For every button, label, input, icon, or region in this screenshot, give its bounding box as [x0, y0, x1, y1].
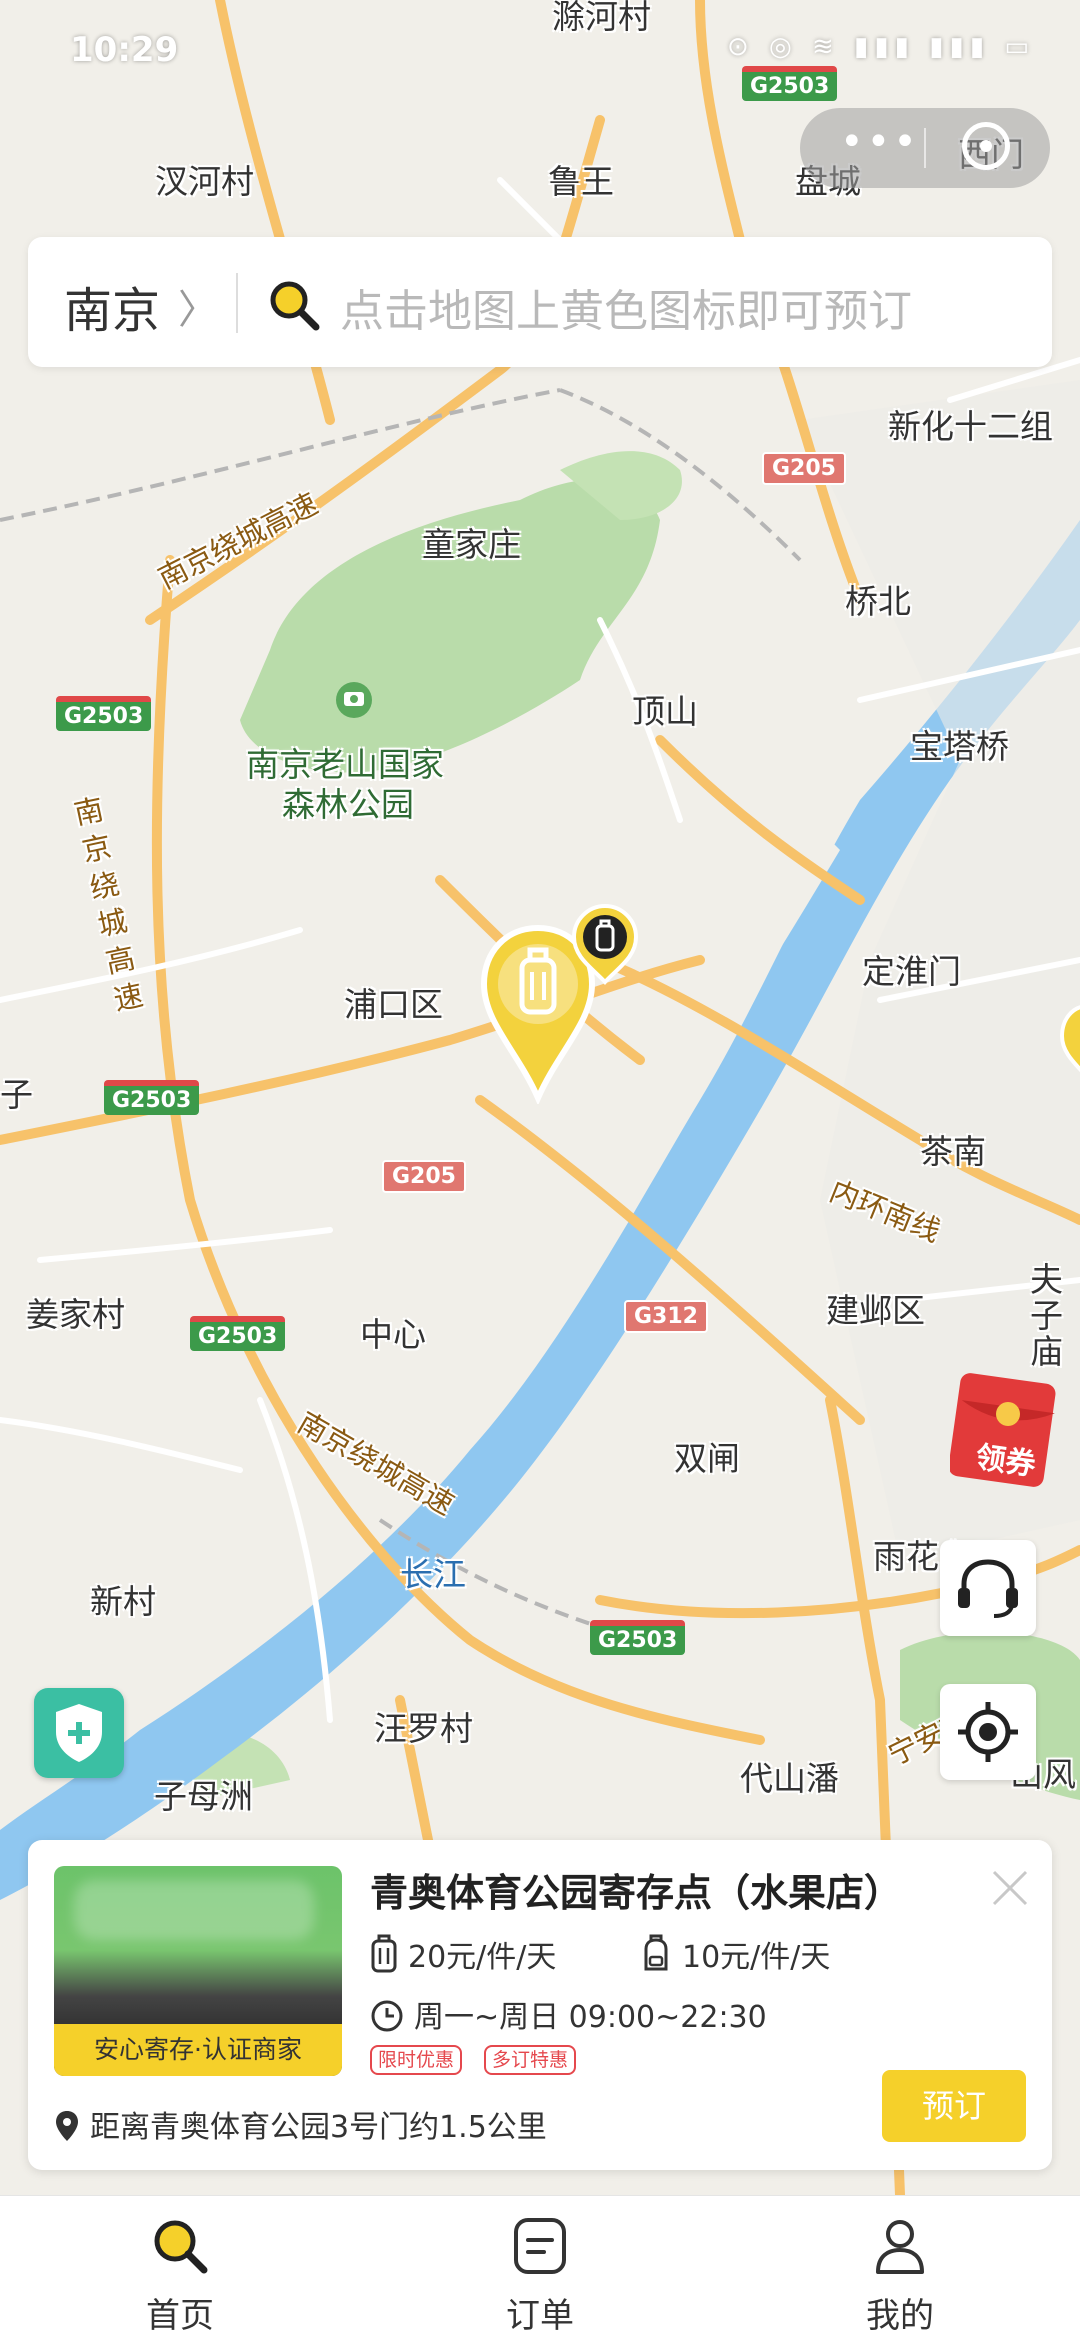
highway-shield: G2503: [190, 1316, 286, 1351]
certified-badge: 安心寄存·认证商家: [54, 2024, 342, 2076]
tab-mine[interactable]: 我的: [790, 2196, 1010, 2341]
highway-shield: G205: [762, 452, 846, 485]
map-label: 定淮门: [862, 952, 961, 991]
chevron-right-icon: 〉: [178, 287, 218, 333]
highway-shield: G2503: [104, 1080, 200, 1115]
store-title: 青奥体育公园寄存点（水果店）: [370, 1871, 903, 1915]
order-list-icon: [514, 2218, 566, 2274]
capsule-divider: [924, 128, 926, 168]
location-pin-icon: [56, 2111, 78, 2141]
map-label: 新化十二组: [888, 407, 1053, 446]
search-icon: [270, 281, 320, 331]
store-marker-icon[interactable]: [570, 902, 640, 986]
map-label: 茶南: [920, 1132, 986, 1171]
locate-me-button[interactable]: [940, 1684, 1036, 1780]
close-icon[interactable]: [988, 1866, 1032, 1910]
promo-tag: 限时优惠: [370, 2045, 463, 2075]
store-photo-signboard: [74, 1880, 314, 1940]
map-label: 汊河村: [155, 162, 254, 201]
map-label: 鲁王: [548, 162, 614, 201]
map-label: 姜家村: [26, 1295, 125, 1334]
map-label: 夫子庙: [1030, 1260, 1063, 1371]
backpack-icon: [644, 1934, 668, 1971]
map-label: 子: [0, 1075, 33, 1114]
tab-bar: 首页 订单 我的: [0, 2195, 1080, 2341]
status-bar: 10:29 ⊙ ◎ ≋ ▮▮▮ ▮▮▮ ▭: [0, 0, 1080, 100]
city-selector[interactable]: 南京: [64, 271, 160, 341]
customer-service-button[interactable]: [940, 1540, 1036, 1636]
coupon-button[interactable]: 领券: [948, 1370, 1060, 1490]
status-icons: ⊙ ◎ ≋ ▮▮▮ ▮▮▮ ▭: [727, 32, 1035, 62]
user-icon: [876, 2220, 924, 2274]
tab-label: 我的: [866, 2296, 934, 2336]
miniprogram-capsule: •••: [800, 108, 1050, 188]
highway-shield: G2503: [56, 696, 152, 731]
bag-price: 10元/件/天: [640, 1932, 830, 1976]
promo-tag: 多订特惠: [484, 2045, 577, 2075]
map-label: 顶山: [632, 692, 698, 731]
search-input[interactable]: 点击地图上黄色图标即可预订: [340, 275, 912, 339]
divider: [236, 273, 238, 333]
map-label: 双闸: [674, 1439, 740, 1478]
search-bar[interactable]: 南京 〉 点击地图上黄色图标即可预订: [28, 237, 1052, 367]
map-water-label: 长江: [400, 1555, 466, 1594]
highway-shield: G312: [624, 1300, 708, 1333]
tab-home[interactable]: 首页: [70, 2196, 290, 2341]
opening-hours: 周一~周日 09:00~22:30: [370, 1992, 767, 2036]
map-label: 童家庄: [422, 525, 521, 564]
distance-text: 距离青奥体育公园3号门约1.5公里: [90, 2110, 547, 2145]
tab-label: 首页: [146, 2296, 214, 2336]
highway-shield: G205: [382, 1160, 466, 1193]
bag-price-text: 10元/件/天: [682, 1940, 831, 1975]
map-label: 建邺区: [826, 1291, 925, 1330]
status-time: 10:29: [70, 30, 179, 70]
map-label: 桥北: [845, 582, 911, 621]
headset-icon: [958, 1559, 1018, 1618]
safety-shield-button[interactable]: [34, 1688, 124, 1778]
map-label: 新村: [90, 1582, 156, 1621]
distance-info: 距离青奥体育公园3号门约1.5公里: [54, 2102, 547, 2146]
luggage-price-text: 20元/件/天: [408, 1940, 557, 1975]
shield-plus-icon: [56, 1704, 102, 1762]
store-photo: 安心寄存·认证商家: [54, 1866, 342, 2076]
map-label: 子母洲: [154, 1777, 253, 1816]
book-button[interactable]: 预订: [882, 2070, 1026, 2142]
store-card[interactable]: 安心寄存·认证商家 青奥体育公园寄存点（水果店） 20元/件/天 10元/件/天…: [28, 1840, 1052, 2170]
suitcase-icon: [371, 1934, 397, 1973]
map-park-label: 森林公园: [282, 785, 414, 824]
map-label: 代山潘: [740, 1759, 839, 1798]
highway-shield: G2503: [590, 1620, 686, 1655]
miniprogram-close-icon[interactable]: [962, 122, 1010, 170]
store-marker-icon[interactable]: [1058, 1002, 1080, 1082]
map-label: 中心: [360, 1315, 426, 1354]
opening-hours-text: 周一~周日 09:00~22:30: [414, 2000, 767, 2035]
map-label: 宝塔桥: [910, 727, 1009, 766]
map-label: 浦口区: [344, 985, 443, 1024]
locate-icon: [958, 1702, 1018, 1762]
clock-icon: [371, 2000, 403, 2032]
map-label: 汪罗村: [374, 1709, 473, 1748]
luggage-price: 20元/件/天: [370, 1932, 556, 1976]
tab-orders[interactable]: 订单: [430, 2196, 650, 2341]
search-icon: [154, 2220, 208, 2274]
more-dots-icon[interactable]: •••: [840, 122, 920, 162]
tab-label: 订单: [506, 2296, 574, 2336]
